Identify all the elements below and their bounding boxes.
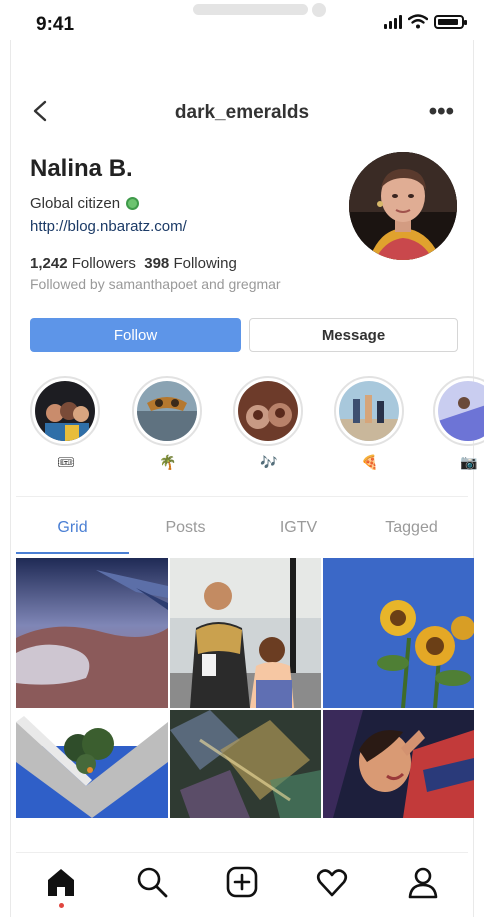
profile-link[interactable]: http://blog.nbaratz.com/ — [30, 218, 340, 235]
story-highlights: 🎟 🌴 🎶 🍕 📷 — [30, 376, 484, 476]
highlight-image — [238, 381, 298, 441]
profile-header: dark_emeralds ••• — [16, 88, 468, 136]
highlight-ring — [233, 376, 303, 446]
highlight-item[interactable]: 🌴 — [132, 376, 204, 472]
photo-grid — [16, 558, 474, 820]
grid-photo-friends[interactable] — [170, 558, 321, 708]
following-stat[interactable]: 398 Following — [144, 255, 237, 272]
highlight-emoji: 🎶 — [260, 454, 278, 470]
profile-icon — [408, 867, 438, 899]
more-options-icon[interactable]: ••• — [429, 98, 454, 126]
highlight-image — [438, 381, 484, 441]
highlight-ring — [30, 376, 100, 446]
add-post-icon — [226, 866, 258, 898]
wifi-icon — [408, 14, 428, 29]
followed-by[interactable]: Followed by samanthapoet and gregmar — [30, 276, 340, 292]
grid-photo-prism-light[interactable] — [170, 710, 321, 818]
nav-profile[interactable] — [403, 862, 443, 902]
following-count: 398 — [144, 255, 170, 272]
nav-activity[interactable] — [312, 862, 352, 902]
highlight-ring — [433, 376, 484, 446]
profile-tabs: Grid Posts IGTV Tagged — [16, 506, 468, 554]
highlight-image — [35, 381, 95, 441]
tab-posts[interactable]: Posts — [129, 506, 242, 554]
grid-photo-airplane-wing[interactable] — [16, 558, 168, 708]
grid-photo-sunflowers[interactable] — [323, 558, 474, 708]
follow-button[interactable]: Follow — [30, 318, 241, 352]
nav-add-post[interactable] — [222, 862, 262, 902]
highlight-ring — [334, 376, 404, 446]
highlight-emoji: 🌴 — [159, 454, 177, 470]
follow-stats: 1,242 Followers 398 Following — [30, 255, 340, 272]
profile-bio: Global citizen — [30, 195, 340, 212]
highlight-emoji: 🍕 — [361, 454, 379, 470]
message-button[interactable]: Message — [249, 318, 458, 352]
signal-icon — [384, 14, 402, 29]
profile-info: Nalina B. Global citizen http://blog.nba… — [30, 155, 340, 292]
tab-tagged[interactable]: Tagged — [355, 506, 468, 554]
profile-avatar[interactable] — [349, 152, 457, 260]
highlight-emoji: 🎟 — [57, 454, 75, 470]
heart-icon — [317, 869, 348, 897]
home-icon — [48, 869, 75, 896]
search-icon — [137, 867, 167, 898]
followers-stat[interactable]: 1,242 Followers — [30, 255, 136, 272]
highlight-image — [137, 381, 197, 441]
highlight-item[interactable]: 🍕 — [334, 376, 406, 472]
highlight-image — [339, 381, 399, 441]
notification-dot — [59, 903, 65, 908]
speaker-slot — [193, 4, 308, 15]
highlight-item[interactable]: 🎶 — [233, 376, 305, 472]
grid-photo-portrait[interactable] — [323, 710, 474, 818]
nav-home[interactable] — [41, 862, 81, 908]
status-time: 9:41 — [36, 14, 75, 35]
followers-count: 1,242 — [30, 255, 68, 272]
section-divider — [16, 496, 468, 497]
globe-icon — [126, 197, 140, 210]
followers-label: Followers — [71, 255, 136, 272]
status-icons — [384, 14, 467, 29]
highlight-ring — [132, 376, 202, 446]
highlight-item[interactable]: 📷 — [433, 376, 484, 472]
bottom-navigation — [16, 852, 468, 911]
front-camera — [312, 3, 326, 17]
phone-screen: 9:41 dark_emeralds ••• Nalina B. Global … — [0, 0, 484, 917]
tab-igtv[interactable]: IGTV — [242, 506, 355, 554]
following-label: Following — [173, 255, 237, 272]
nav-search[interactable] — [132, 862, 172, 902]
tab-grid[interactable]: Grid — [16, 506, 129, 554]
grid-photo-wall-plants[interactable] — [16, 710, 168, 818]
bio-text: Global citizen — [30, 195, 121, 212]
profile-name: Nalina B. — [30, 155, 133, 182]
header-username: dark_emeralds — [174, 102, 310, 123]
highlight-emoji: 📷 — [460, 454, 478, 470]
battery-icon — [434, 14, 467, 29]
highlight-item[interactable]: 🎟 — [30, 376, 102, 472]
